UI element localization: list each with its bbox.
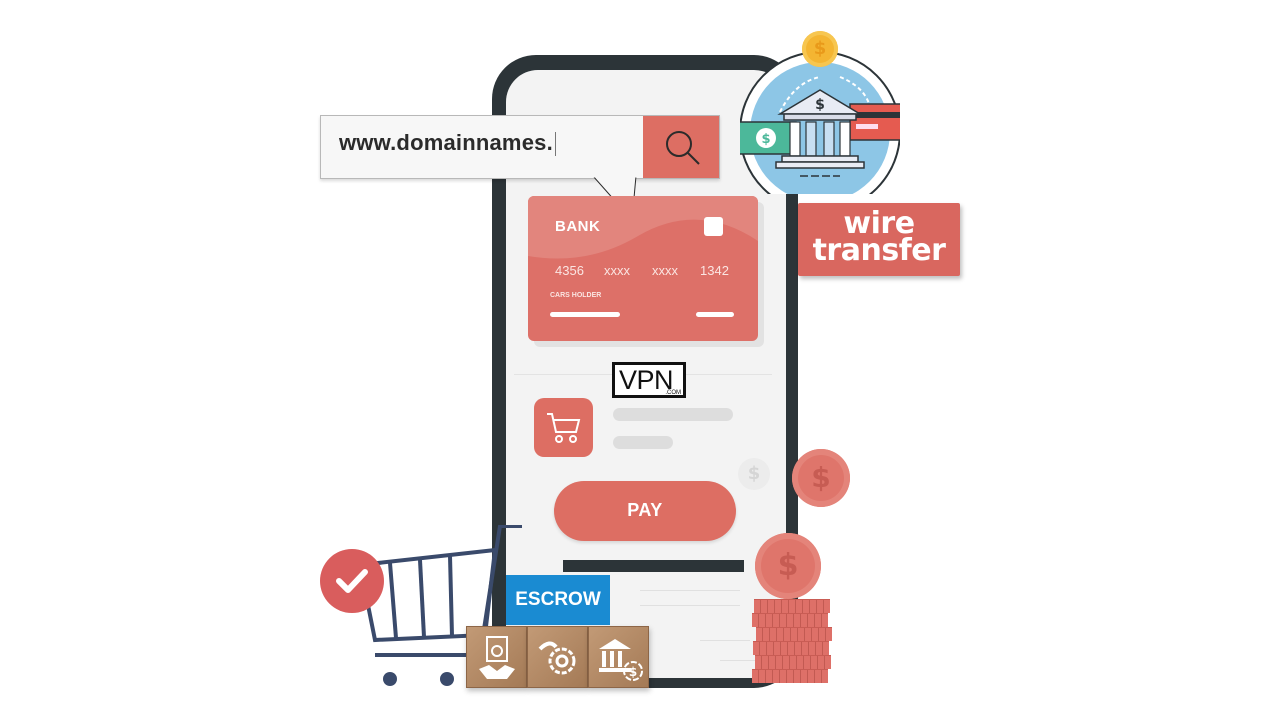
coin-stack-layer (754, 599, 830, 613)
gear-wrench-icon (538, 641, 576, 675)
coin-stack-layer (752, 669, 828, 683)
checkmark-icon (336, 569, 368, 593)
card-number-group: xxxx (604, 263, 630, 278)
card-icon (849, 103, 900, 141)
wooden-block-settings (527, 626, 588, 688)
coin-stack-layer (753, 641, 829, 655)
pay-button-label: PAY (627, 500, 663, 520)
search-input[interactable]: www.domainnames. (339, 130, 556, 157)
placeholder-line (613, 408, 733, 421)
card-number-group: 4356 (555, 263, 584, 278)
contract-handshake-icon (479, 636, 515, 679)
coin-stack-layer (752, 613, 828, 627)
svg-text:$: $ (629, 665, 637, 679)
svg-text:$: $ (815, 97, 825, 113)
bank-transfer-illustration: $ $ (740, 52, 900, 194)
escrow-label: ESCROW (515, 589, 601, 610)
card-bank-label: BANK (555, 218, 601, 235)
coin-stack-layer (755, 655, 831, 669)
placeholder-line (613, 436, 673, 449)
gold-coin-icon: $ (802, 31, 838, 67)
card-holder-name-bar (550, 312, 620, 317)
wire-transfer-badge: wire transfer (798, 203, 960, 276)
card-number-group: xxxx (652, 263, 678, 278)
cart-tile (534, 398, 593, 457)
card-number-group: 1342 (700, 263, 729, 278)
wooden-block-bank: $ (588, 626, 649, 688)
svg-text:$: $ (761, 132, 770, 147)
search-button[interactable] (643, 116, 719, 178)
vpn-logo: VPN .COM (612, 362, 686, 398)
wire-transfer-label: wire transfer (798, 209, 960, 268)
search-input-value: www.domainnames. (339, 130, 553, 155)
screen-line (640, 605, 740, 606)
pay-button[interactable]: PAY (554, 481, 736, 541)
escrow-badge: ESCROW (506, 575, 610, 625)
banknote-icon: $ (740, 121, 797, 155)
wire-label-line2: transfer (812, 233, 946, 268)
faded-coin-icon: $ (738, 458, 770, 490)
dollar-coin-icon: $ (792, 449, 850, 507)
screen-line (640, 590, 740, 591)
screen-dark-bar (563, 560, 744, 572)
screen-line (700, 640, 750, 641)
search-icon (666, 131, 700, 165)
text-caret (554, 132, 556, 157)
wooden-block-contract (466, 626, 527, 688)
coin-stack-layer (756, 627, 832, 641)
check-badge (320, 549, 384, 613)
domain-search-box[interactable]: www.domainnames. (320, 115, 720, 179)
card-chip (704, 217, 723, 236)
card-holder-label: CARS HOLDER (550, 292, 602, 299)
shopping-cart-icon (547, 413, 581, 443)
dollar-coin-icon: $ (755, 533, 821, 599)
card-expiry-bar (696, 312, 734, 317)
credit-card: BANK 4356 xxxx xxxx 1342 CARS HOLDER (528, 196, 758, 341)
bank-dollar-icon: $ (599, 639, 643, 681)
vpn-logo-suffix: .COM (665, 390, 681, 396)
screen-line (720, 660, 760, 661)
